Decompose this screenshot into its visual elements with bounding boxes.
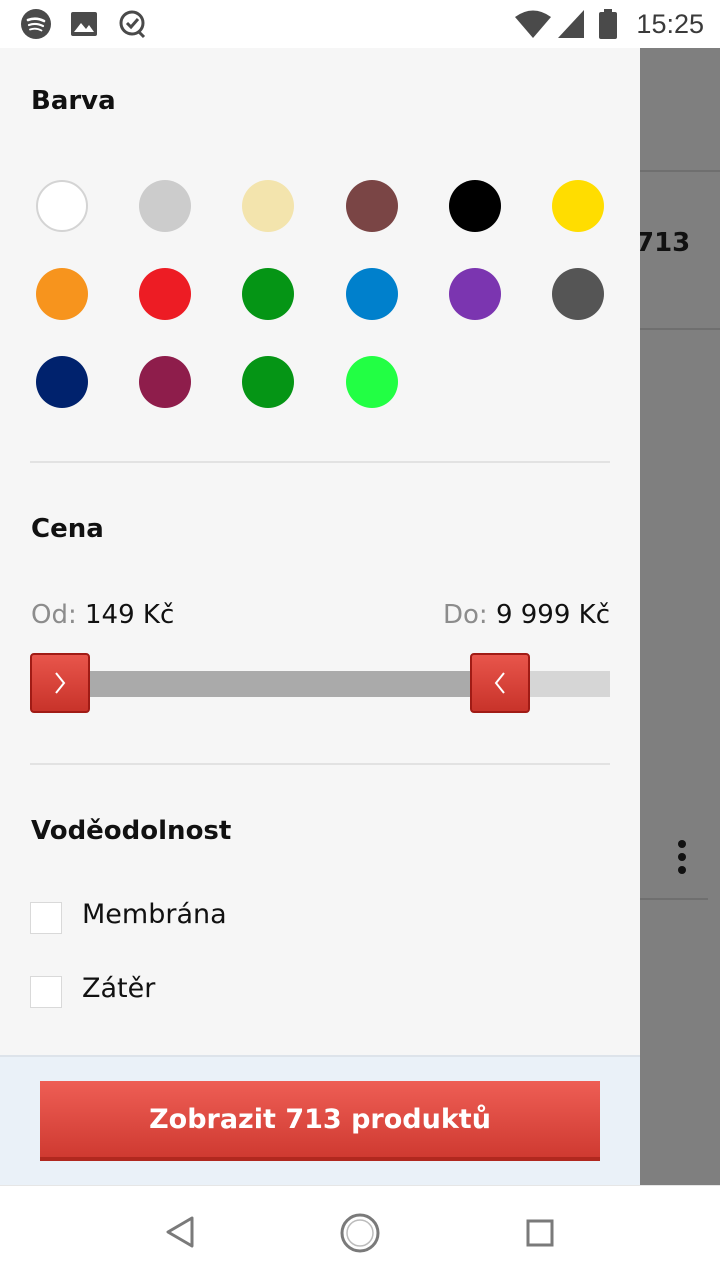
price-to-label: Do: 9 999 Kč — [443, 600, 610, 630]
waterproof-filter-title: Voděodolnost — [31, 816, 232, 846]
checkbox-option-zater[interactable]: Zátěr — [30, 972, 430, 1012]
color-swatch-light-gray[interactable] — [139, 180, 191, 232]
price-min-handle[interactable] — [30, 653, 90, 713]
color-swatch-white[interactable] — [36, 180, 88, 232]
price-from-prefix: Od: — [31, 600, 77, 630]
price-from-label: Od: 149 Kč — [31, 600, 174, 630]
dimmed-backdrop[interactable]: 713 — [640, 48, 720, 1185]
color-swatch-orange[interactable] — [36, 268, 88, 320]
checkbox[interactable] — [30, 902, 62, 934]
checkbox[interactable] — [30, 976, 62, 1008]
price-max-handle[interactable] — [470, 653, 530, 713]
background-product-count: 713 — [640, 228, 691, 258]
color-swatch-yellow[interactable] — [552, 180, 604, 232]
color-swatch-purple[interactable] — [449, 268, 501, 320]
price-to-value: 9 999 Kč — [495, 600, 610, 630]
price-from-value: 149 Kč — [85, 600, 175, 630]
drawer-footer: Zobrazit 713 produktů — [0, 1055, 640, 1185]
more-options-icon — [678, 840, 686, 874]
price-slider-range — [60, 671, 500, 697]
divider — [640, 328, 720, 330]
color-swatch-green[interactable] — [242, 268, 294, 320]
battery-icon — [599, 9, 617, 39]
color-swatch-burgundy[interactable] — [139, 356, 191, 408]
checkbox-label: Zátěr — [82, 973, 156, 1004]
signal-icon — [558, 10, 584, 38]
chevron-left-icon — [494, 672, 505, 694]
chevron-right-icon — [55, 672, 66, 694]
image-icon — [71, 12, 97, 36]
section-divider — [30, 461, 610, 463]
color-swatch-brown[interactable] — [346, 180, 398, 232]
divider — [640, 170, 720, 172]
color-swatch-light-green[interactable] — [346, 356, 398, 408]
system-nav-bar — [0, 1185, 720, 1280]
wifi-icon — [515, 10, 551, 38]
color-swatch-green-2[interactable] — [242, 356, 294, 408]
filter-drawer: Barva Cena Od: 149 Kč Do: 9 999 Kč Voděo… — [0, 48, 640, 1185]
color-swatch-dark-gray[interactable] — [552, 268, 604, 320]
color-swatch-blue[interactable] — [346, 268, 398, 320]
divider — [640, 898, 708, 900]
color-swatch-black[interactable] — [449, 180, 501, 232]
spotify-icon — [21, 9, 51, 39]
checkbox-option-membrana[interactable]: Membrána — [30, 898, 430, 938]
color-filter-title: Barva — [31, 86, 116, 116]
show-products-button[interactable]: Zobrazit 713 produktů — [40, 1081, 600, 1161]
color-swatch-red[interactable] — [139, 268, 191, 320]
clock-check-icon — [119, 10, 146, 39]
color-swatch-beige[interactable] — [242, 180, 294, 232]
status-time: 15:25 — [636, 9, 704, 39]
status-bar: 15:25 — [0, 0, 720, 48]
home-icon[interactable] — [339, 1212, 381, 1254]
section-divider — [30, 763, 610, 765]
recents-icon[interactable] — [524, 1217, 556, 1249]
color-swatch-navy[interactable] — [36, 356, 88, 408]
price-to-prefix: Do: — [443, 600, 488, 630]
checkbox-label: Membrána — [82, 899, 227, 930]
back-icon[interactable] — [164, 1214, 198, 1250]
price-filter-title: Cena — [31, 514, 104, 544]
